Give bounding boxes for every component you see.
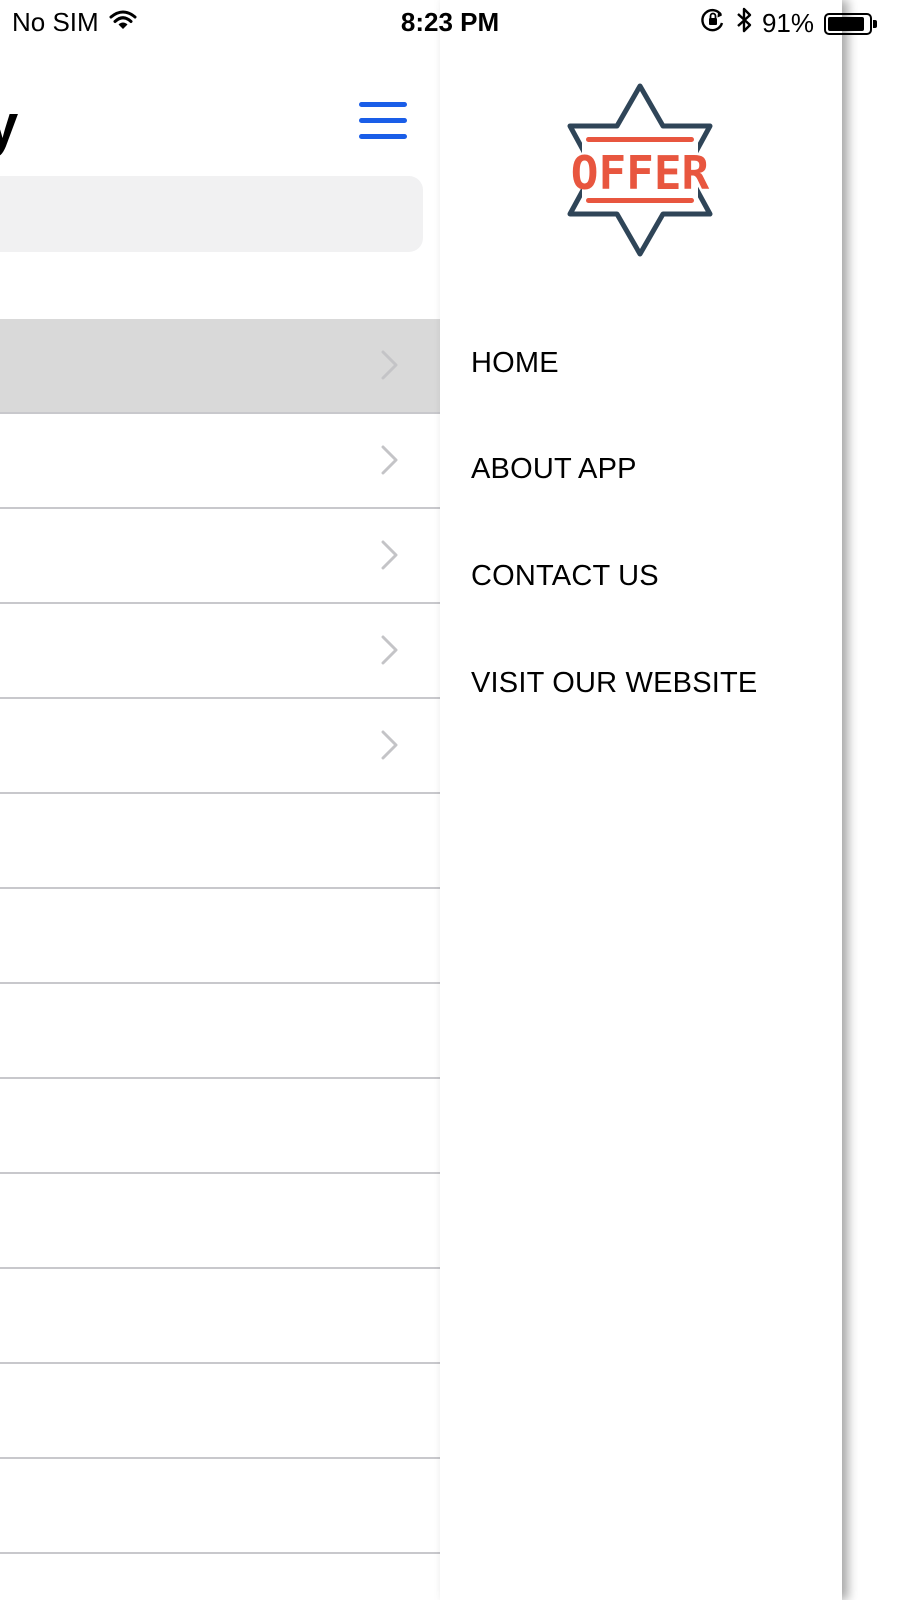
list-item[interactable]	[0, 1459, 440, 1554]
list-item[interactable]	[0, 794, 440, 889]
list-item[interactable]	[0, 1079, 440, 1174]
hamburger-icon[interactable]	[356, 98, 410, 144]
chevron-right-icon	[380, 634, 400, 666]
bluetooth-icon	[736, 7, 752, 40]
list-item[interactable]	[0, 1174, 440, 1269]
list-item[interactable]	[0, 1269, 440, 1364]
drawer-item-contact-us[interactable]: CONTACT US	[471, 523, 831, 630]
drawer-item-visit-our-website[interactable]: VISIT OUR WEBSITE	[471, 630, 831, 737]
drawer-item-about-app[interactable]: ABOUT APP	[471, 417, 831, 524]
battery-icon	[824, 12, 877, 35]
battery-percent: 91%	[761, 8, 814, 38]
orientation-lock-icon	[700, 7, 726, 40]
hamburger-bar	[359, 102, 407, 107]
chevron-right-icon	[380, 729, 400, 761]
list-item[interactable]	[0, 984, 440, 1079]
chevron-right-icon	[380, 444, 400, 476]
list-item[interactable]	[0, 414, 440, 509]
list-item[interactable]	[0, 699, 440, 794]
status-right: 91%	[700, 7, 877, 40]
offer-logo: OFFER	[560, 80, 720, 260]
status-bar: No SIM 8:23 PM 91%	[0, 0, 900, 44]
hamburger-bar	[359, 118, 407, 123]
chevron-right-icon	[380, 349, 400, 381]
hamburger-bar	[359, 134, 407, 139]
page-title: y	[0, 93, 19, 158]
list-item[interactable]	[0, 604, 440, 699]
search-field[interactable]	[0, 176, 423, 252]
list-item[interactable]	[0, 319, 440, 414]
list-item[interactable]	[0, 509, 440, 604]
chevron-right-icon	[380, 539, 400, 571]
side-drawer: OFFER HOME ABOUT APP CONTACT US VISIT OUR W…	[440, 0, 842, 1600]
app-screen: No SIM 8:23 PM 91% y OFFER HOME ABOUT AP…	[0, 0, 900, 1600]
offer-logo-text: OFFER	[571, 146, 710, 200]
list-item[interactable]	[0, 1364, 440, 1459]
list-item[interactable]	[0, 889, 440, 984]
battery-level	[828, 16, 865, 31]
item-list	[0, 319, 440, 1554]
battery-tip	[873, 19, 877, 28]
drawer-menu: HOME ABOUT APP CONTACT US VISIT OUR WEBSITE	[471, 310, 831, 736]
main-content: y	[0, 0, 440, 1600]
drawer-item-home[interactable]: HOME	[471, 310, 831, 417]
